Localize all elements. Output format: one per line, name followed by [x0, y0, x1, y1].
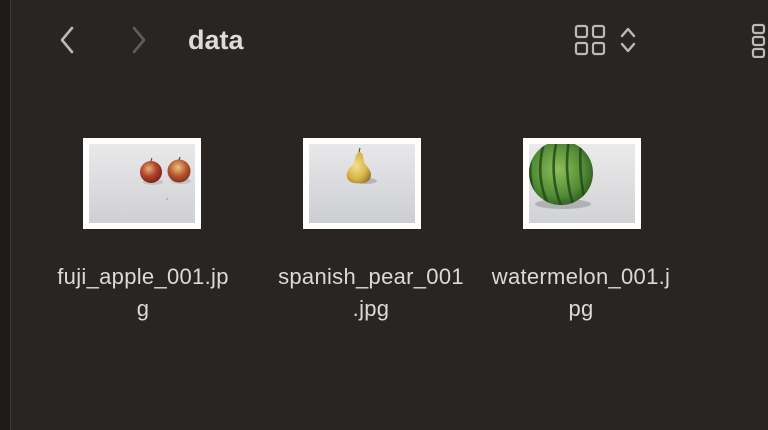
back-button[interactable]	[53, 22, 81, 58]
file-thumbnail	[83, 138, 201, 229]
pear-photo	[309, 144, 415, 223]
view-mode-button[interactable]	[574, 22, 644, 58]
file-name: spanish_pear_001 .jpg	[251, 261, 491, 325]
chevron-up-down-icon	[620, 27, 636, 53]
icon-grid-view-icon	[574, 24, 606, 56]
folder-title: data	[188, 25, 244, 55]
file-name: watermelon_001.j pg	[461, 261, 701, 325]
file-name-line: fuji_apple_001.jp	[57, 264, 229, 289]
file-thumbnail	[523, 138, 641, 229]
file-name-line: .jpg	[352, 296, 390, 321]
group-button[interactable]	[750, 22, 768, 58]
toolbar: data	[0, 0, 768, 80]
group-view-icon	[751, 23, 766, 58]
file-thumbnail	[303, 138, 421, 229]
file-grid: fuji_apple_001.jp g spanish_pear_001 .jp…	[11, 80, 768, 430]
finder-window: data fuji_apple_001.jp g spanish_pear_00…	[0, 0, 768, 430]
apple-photo	[89, 144, 195, 223]
file-item[interactable]: spanish_pear_001 .jpg	[241, 137, 464, 337]
file-item[interactable]: watermelon_001.j pg	[461, 137, 681, 337]
watermelon-photo	[529, 144, 635, 223]
file-name: fuji_apple_001.jp g	[23, 261, 263, 325]
forward-button[interactable]	[125, 22, 153, 58]
chevron-left-icon	[60, 26, 74, 54]
file-name-line: watermelon_001.j	[491, 264, 671, 289]
file-item[interactable]: fuji_apple_001.jp g	[21, 137, 241, 337]
file-name-line: spanish_pear_001	[278, 264, 464, 289]
chevron-right-icon	[132, 26, 146, 54]
file-name-line: g	[136, 296, 150, 321]
file-name-line: pg	[568, 296, 594, 321]
